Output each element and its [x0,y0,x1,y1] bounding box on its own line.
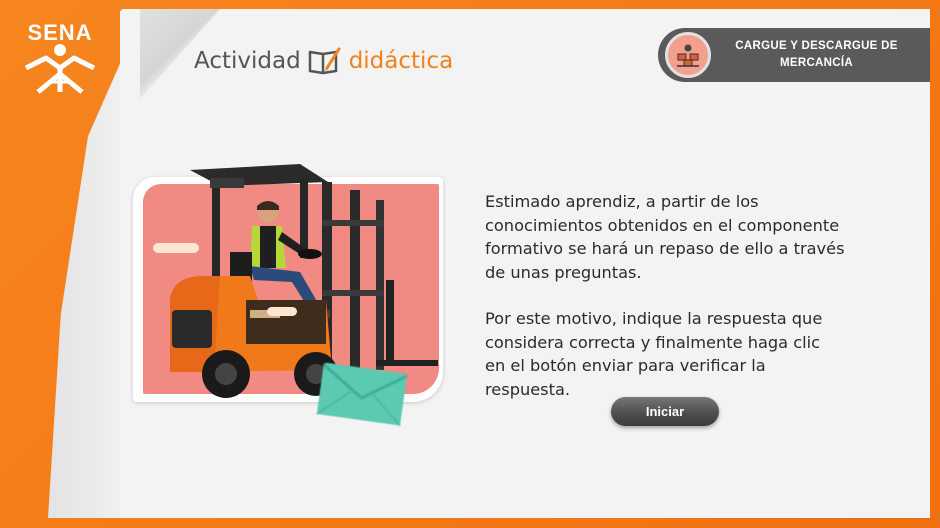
decor-pill-2 [267,307,297,316]
sena-logo-icon [24,44,96,94]
topic-tag-text: CARGUE Y DESCARGUE DE MERCANCÍA [711,38,930,72]
topic-tag-line2: MERCANCÍA [780,57,853,69]
topic-tag: CARGUE Y DESCARGUE DE MERCANCÍA [658,28,930,82]
instructions-paragraph-1: Estimado aprendiz, a partir de los conoc… [485,192,845,282]
topic-tag-line1: CARGUE Y DESCARGUE DE [735,40,898,52]
sena-logo: SENA [18,20,102,96]
book-pencil-icon [308,47,341,75]
instructions-paragraph-2: Por este motivo, indique la respuesta qu… [485,309,823,399]
envelope-icon [316,362,408,427]
title-activity-word: Actividad [194,48,301,74]
forklift-operator-image [170,164,438,398]
activity-title: Actividad didáctica [194,44,453,78]
start-button[interactable]: Iniciar [611,397,719,426]
warehouse-boxes-icon [665,32,711,78]
instructions-text: Estimado aprendiz, a partir de los conoc… [485,190,845,424]
title-didactic-word: didáctica [348,48,454,74]
